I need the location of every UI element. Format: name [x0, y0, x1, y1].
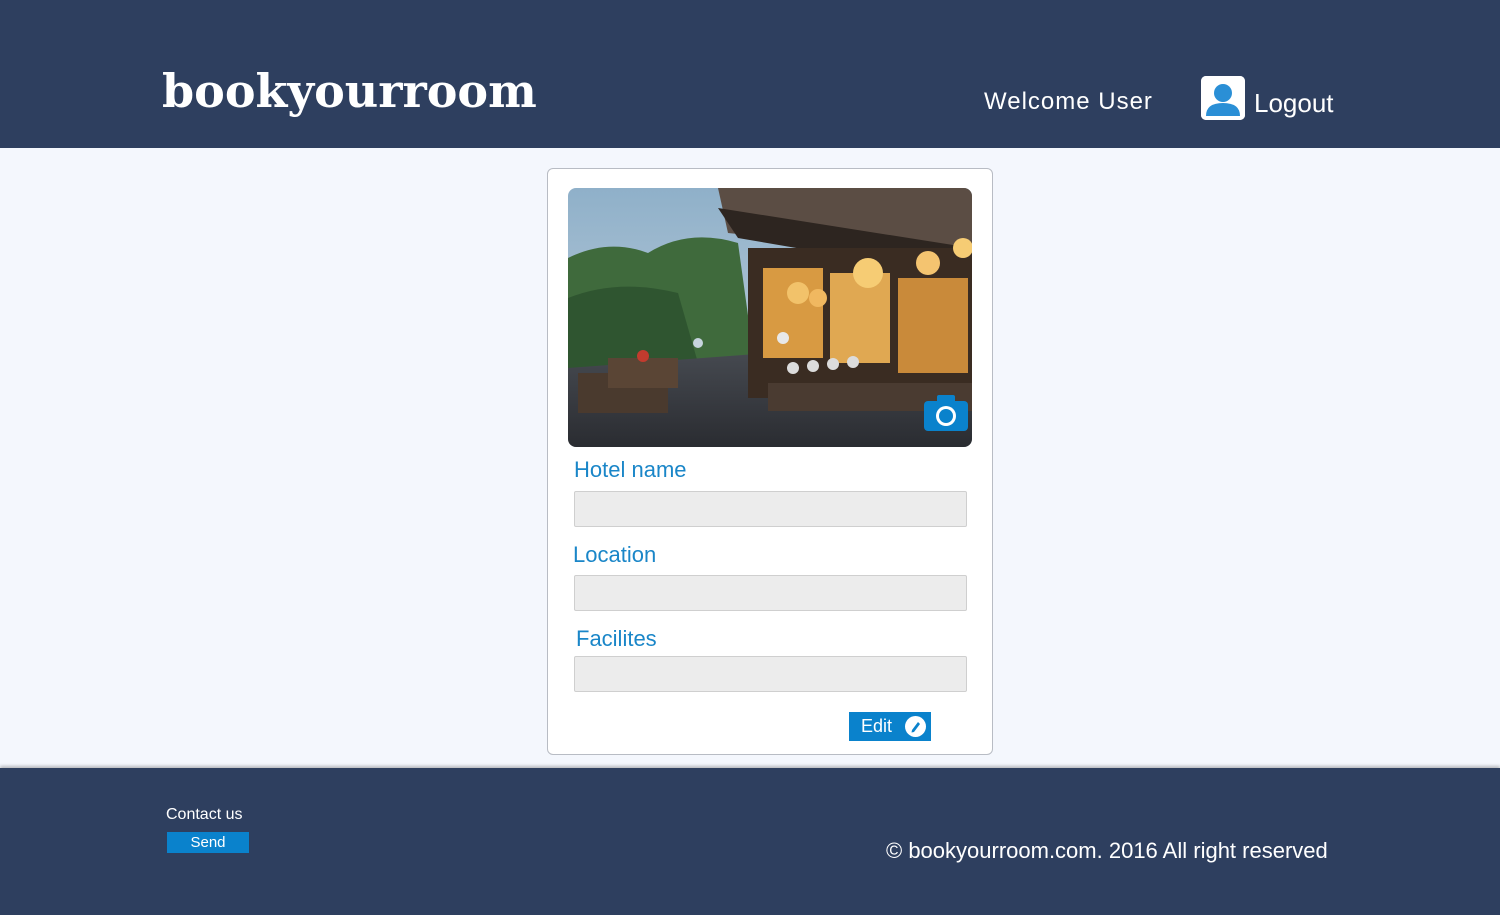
- hotel-name-label: Hotel name: [574, 457, 687, 482]
- hotel-photo: [568, 188, 972, 447]
- welcome-text: Welcome User: [984, 88, 1153, 115]
- logo[interactable]: bookyourroom: [162, 64, 537, 118]
- send-button[interactable]: Send: [167, 832, 249, 853]
- user-avatar-icon[interactable]: [1201, 76, 1245, 120]
- facilities-label: Facilites: [576, 626, 657, 651]
- copyright-text: © bookyourroom.com. 2016 All right reser…: [886, 838, 1328, 863]
- location-label: Location: [573, 542, 657, 567]
- edit-label: Edit: [861, 716, 893, 736]
- location-input[interactable]: [574, 575, 967, 611]
- camera-icon[interactable]: [922, 393, 970, 433]
- facilities-input[interactable]: [574, 656, 967, 692]
- header: bookyourroom Welcome User Logout: [0, 0, 1500, 148]
- hotel-edit-card: Hotel name Location Facilites Edit: [547, 168, 993, 755]
- contact-us-label: Contact us: [166, 806, 243, 823]
- hotel-name-input[interactable]: [574, 491, 967, 527]
- edit-button[interactable]: Edit: [849, 712, 931, 741]
- logout-link[interactable]: Logout: [1254, 88, 1334, 119]
- footer: Contact us Send © bookyourroom.com. 2016…: [0, 768, 1500, 915]
- pencil-icon: [905, 716, 926, 737]
